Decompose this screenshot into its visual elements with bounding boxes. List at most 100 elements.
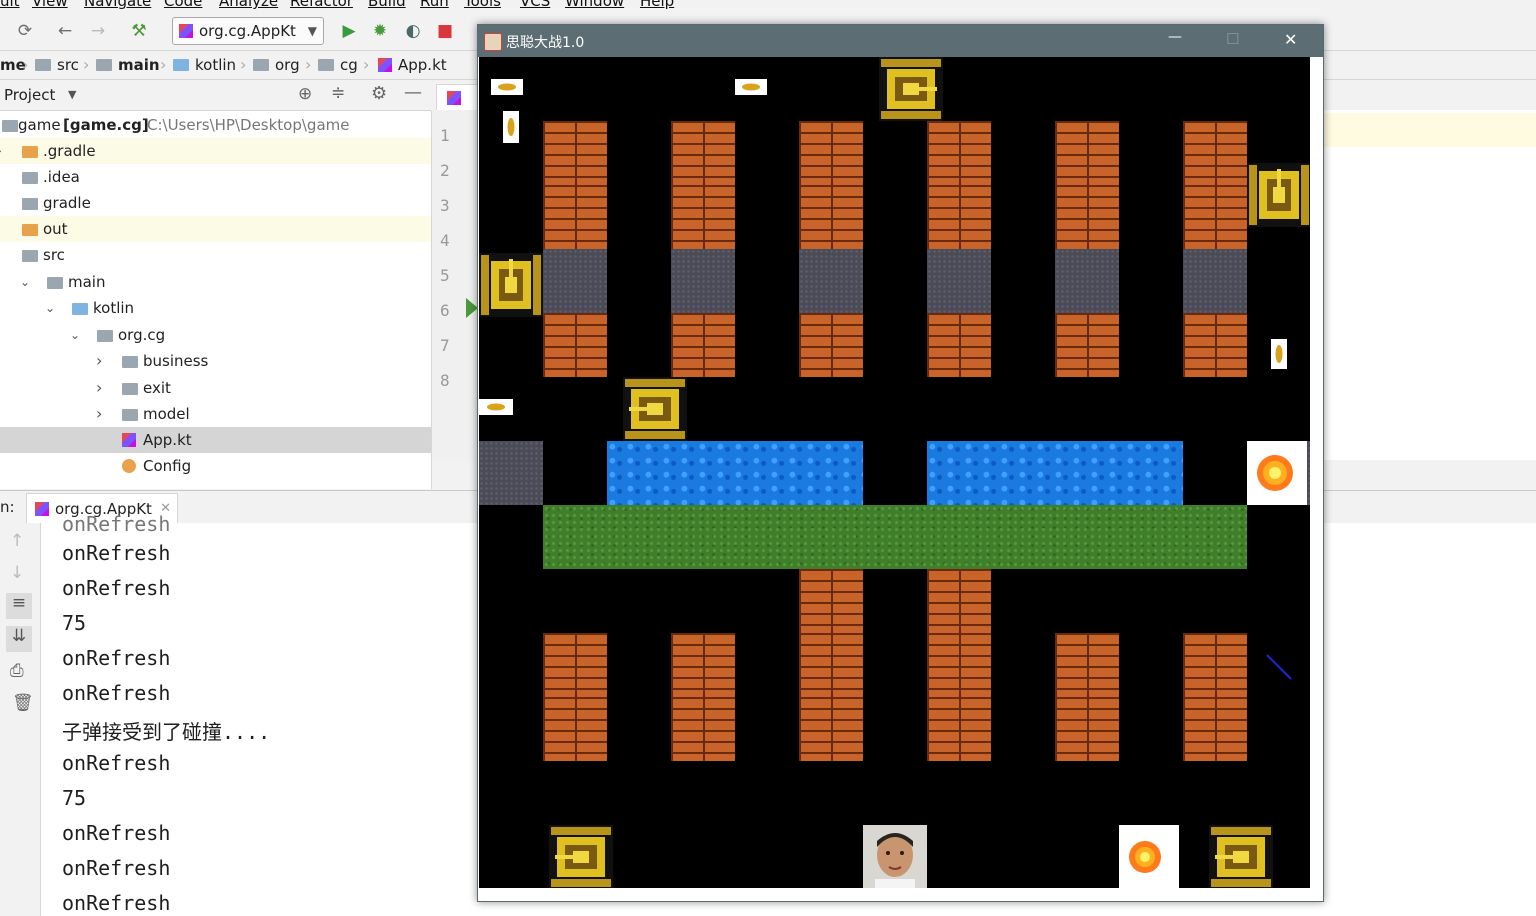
brick-wall [543, 697, 607, 761]
sync-icon[interactable]: ⟳ [14, 20, 36, 42]
tree-item-label: Config [143, 457, 192, 475]
tree-item-business[interactable]: › business [0, 348, 431, 374]
tree-item-gradle-cache[interactable]: › .gradle [0, 138, 431, 164]
hide-panel-icon[interactable]: — [404, 82, 422, 103]
down-arrow-icon[interactable]: ↓ [10, 563, 24, 583]
locate-crosshair-icon[interactable]: ⊕ [298, 84, 312, 104]
tree-item-model[interactable]: › model [0, 401, 431, 427]
coverage-icon[interactable]: ◐ [402, 20, 424, 42]
console-line: onRefresh [62, 541, 171, 565]
tree-item-exit[interactable]: › exit [0, 375, 431, 401]
steel-wall [1183, 249, 1247, 313]
kotlin-file-icon [378, 58, 392, 72]
brick-wall [799, 185, 863, 249]
maximize-button[interactable]: ☐ [1226, 30, 1239, 48]
folder-icon [122, 356, 138, 368]
collapse-all-icon[interactable]: ≑ [331, 83, 345, 103]
menu-navigate[interactable]: Navigate [84, 0, 151, 10]
tree-item-config[interactable]: Config [0, 453, 431, 479]
tree-item-app-kt[interactable]: App.kt [0, 427, 431, 453]
menu-run[interactable]: Run [420, 0, 449, 10]
up-arrow-icon[interactable]: ↑ [10, 531, 24, 551]
game-window[interactable]: 思聪大战1.0 — ☐ ✕ [477, 24, 1324, 902]
tree-item-idea[interactable]: .idea [0, 164, 431, 190]
print-icon[interactable]: ⎙ [10, 661, 24, 681]
tree-item-out[interactable]: out [0, 216, 431, 242]
brick-wall [927, 185, 991, 249]
project-panel-header: Project ▼ ⊕ ≑ ⚙ — [0, 80, 431, 111]
forward-arrow-icon[interactable]: → [87, 20, 109, 42]
tree-item-org-cg[interactable]: ⌄ org.cg [0, 322, 431, 348]
chevron-down-icon[interactable]: ▼ [68, 88, 76, 101]
menu-refactor[interactable]: Refactor [290, 0, 353, 10]
menu-window[interactable]: Window [565, 0, 624, 10]
run-panel-label: n: [0, 498, 15, 516]
breadcrumb-kotlin[interactable]: kotlin [173, 55, 236, 75]
line-number: 8 [440, 371, 450, 390]
debug-bug-icon[interactable]: ✹ [369, 20, 391, 42]
run-icon[interactable]: ▶ [338, 20, 360, 42]
game-canvas[interactable] [479, 57, 1310, 888]
chevron-right-icon[interactable]: › [96, 375, 102, 401]
game-window-titlebar[interactable]: 思聪大战1.0 — ☐ ✕ [478, 25, 1323, 57]
line-number: 5 [440, 266, 450, 285]
bullet-icon [479, 399, 513, 415]
breadcrumb-src[interactable]: src [35, 55, 79, 75]
brick-wall [543, 633, 607, 697]
breadcrumb-file[interactable]: App.kt [378, 55, 447, 75]
breadcrumb-separator-icon: › [22, 55, 29, 74]
console-line: onRefresh [62, 681, 171, 705]
folder-icon [253, 59, 269, 71]
breadcrumb-cg[interactable]: cg [318, 55, 358, 75]
game-window-title: 思聪大战1.0 [506, 35, 585, 51]
menu-help[interactable]: Help [640, 0, 674, 10]
folder-icon [96, 59, 112, 71]
chevron-right-icon[interactable]: › [96, 348, 102, 374]
menu-code[interactable]: Code [164, 0, 202, 10]
editor-tab-app-kt[interactable]: A [436, 84, 478, 133]
tree-item-gradle[interactable]: gradle [0, 190, 431, 216]
breadcrumb-org[interactable]: org [253, 55, 300, 75]
chevron-right-icon[interactable]: › [96, 401, 102, 427]
tree-item-kotlin[interactable]: ⌄ kotlin [0, 295, 431, 321]
chevron-down-icon[interactable]: ⌄ [70, 322, 80, 348]
run-configuration-select[interactable]: org.cg.AppKt ▼ [172, 17, 324, 45]
menu-analyze[interactable]: Analyze [219, 0, 278, 10]
brick-wall [671, 697, 735, 761]
chevron-right-icon[interactable]: › [0, 138, 2, 164]
bullet-icon [491, 79, 523, 95]
enemy-tank [549, 825, 613, 888]
tree-item-main[interactable]: ⌄ main [0, 269, 431, 295]
kotlin-file-icon [179, 24, 193, 38]
breadcrumb-main[interactable]: main [96, 55, 160, 75]
minimize-button[interactable]: — [1168, 29, 1182, 45]
project-view-select[interactable]: Project [4, 86, 55, 104]
menu-vcs[interactable]: VCS [520, 0, 550, 10]
breadcrumb-separator-icon: › [240, 55, 247, 74]
scroll-to-end-icon[interactable]: ⇊ [6, 626, 32, 652]
tree-item-root[interactable]: game [game.cg] C:\Users\HP\Desktop\game [0, 112, 431, 138]
menu-tools[interactable]: Tools [464, 0, 501, 10]
back-arrow-icon[interactable]: ← [54, 20, 76, 42]
close-button[interactable]: ✕ [1284, 30, 1297, 49]
folder-icon [122, 383, 138, 395]
trash-icon[interactable]: 🗑 [12, 693, 34, 713]
console-line: 子弹接受到了碰撞.... [62, 720, 271, 744]
build-hammer-icon[interactable]: ⚒ [128, 20, 150, 42]
console-line: 75 [62, 786, 87, 810]
menu-edit[interactable]: uit [0, 0, 20, 10]
stop-icon[interactable]: ■ [434, 20, 456, 42]
soft-wrap-icon[interactable]: ≡ [6, 593, 32, 619]
brick-wall [1183, 121, 1247, 185]
project-tree: game [game.cg] C:\Users\HP\Desktop\game … [0, 111, 432, 489]
menu-view[interactable]: View [32, 0, 68, 10]
menu-build[interactable]: Build [368, 0, 406, 10]
tree-item-label: src [43, 246, 65, 264]
gear-icon[interactable]: ⚙ [371, 83, 387, 104]
brick-wall [1183, 697, 1247, 761]
chevron-down-icon[interactable]: ⌄ [45, 295, 55, 321]
chevron-down-icon[interactable]: ⌄ [20, 269, 30, 295]
line-number: 6 [440, 301, 450, 320]
tree-item-src[interactable]: src [0, 242, 431, 268]
steel-wall [543, 249, 607, 313]
